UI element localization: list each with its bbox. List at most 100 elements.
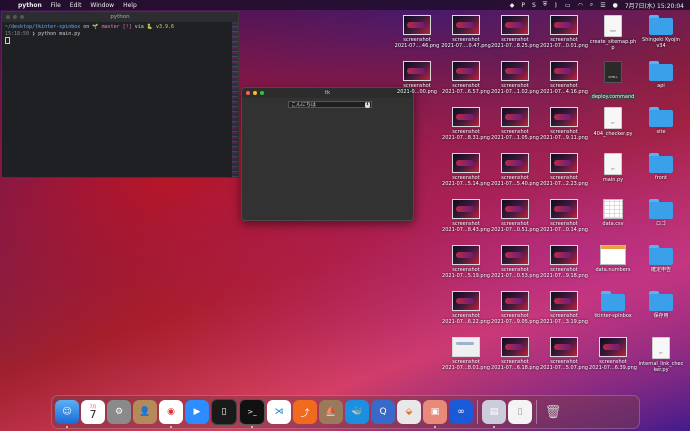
desktop-icon[interactable]: screenshot 2021-07...0.51.png — [487, 199, 543, 233]
desktop-icon[interactable]: screenshot 2021-07...9.18.png — [536, 245, 592, 279]
terminal-titlebar[interactable]: python — [2, 12, 238, 22]
desktop-icon[interactable]: screenshot 2021-07...8.31.png — [438, 107, 494, 141]
desktop-icon[interactable]: front — [633, 153, 689, 181]
terminal-scrollbar[interactable] — [232, 22, 238, 177]
desktop-icon-sublabel: 2021-07...9.11.png — [540, 135, 588, 141]
spinbox-arrows[interactable]: ⬍ — [365, 102, 370, 108]
status-s-icon[interactable]: S — [532, 2, 536, 9]
menu-edit[interactable]: Edit — [70, 2, 82, 9]
menu-window[interactable]: Window — [90, 2, 114, 9]
trash-icon[interactable]: 🗑 — [541, 400, 565, 424]
menu-clock[interactable]: 7月7日(水) 15:20:04 — [625, 1, 684, 10]
desktop-icon[interactable]: screenshot 2021-07...1.02.png — [487, 61, 543, 95]
screenshot-thumbnail-icon — [501, 337, 529, 357]
tk-minimize-button[interactable] — [253, 91, 257, 95]
desktop-icon[interactable]: screenshot 2021-07...6.22.png — [438, 291, 494, 325]
desktop-icon[interactable]: screenshot 2021-07...8.43.png — [438, 199, 494, 233]
cyberduck-icon[interactable]: ⛵ — [319, 400, 343, 424]
folder-icon — [601, 291, 625, 311]
terminal-app-icon[interactable]: ▯ — [211, 399, 237, 425]
chrome-icon[interactable]: ◉ — [159, 400, 183, 428]
menu-help[interactable]: Help — [123, 2, 137, 9]
desktop-icon[interactable]: screenshot 2021-07...4.16.png — [536, 61, 592, 95]
desktop-icon-label: ロゴ — [655, 221, 666, 227]
zoom-icon[interactable]: ▶ — [185, 400, 209, 424]
desktop-icon[interactable]: Shingeki Kyojin v34 — [633, 15, 689, 49]
document-file-icon: PY — [604, 153, 622, 175]
desktop-icon[interactable]: api — [633, 61, 689, 89]
document-icon[interactable]: ▯ — [508, 400, 532, 424]
quicktime-icon[interactable]: Q — [371, 400, 395, 424]
status-bluetooth-icon[interactable]: ᛒ — [554, 2, 558, 9]
desktop-icon[interactable]: screenshot 2021-07...5.14.png — [438, 153, 494, 187]
desktop-icon[interactable]: screenshot 2021-07...5.19.png — [438, 245, 494, 279]
desktop-icon-sublabel: 2021-07...1.02.png — [491, 89, 539, 95]
desktop-icon[interactable]: screenshot 2021-07...3.19.png — [536, 291, 592, 325]
desktop-icon-sublabel: v34 — [656, 43, 666, 49]
desktop-icon[interactable]: screenshot 2021-07...6.18.png — [487, 337, 543, 371]
desktop-icon[interactable]: screenshot 2021-07...0.01.png — [536, 15, 592, 49]
zoom-button[interactable] — [20, 15, 24, 19]
close-button[interactable] — [6, 15, 10, 19]
desktop-icon[interactable]: screenshot 2021-07...9.05.png — [487, 291, 543, 325]
status-p-icon[interactable]: P — [521, 2, 525, 9]
status-control-center-icon[interactable]: ☰ — [600, 2, 605, 9]
activity-chart-icon[interactable]: ⤴ — [293, 400, 317, 424]
screenshot-thumbnail-icon — [452, 337, 480, 357]
tk-titlebar[interactable]: tk — [242, 88, 413, 98]
status-shield-icon[interactable]: ⛨ — [543, 1, 548, 9]
menu-file[interactable]: File — [51, 2, 61, 9]
tk-window[interactable]: tk こんにちは ⬍ — [241, 87, 414, 221]
desktop-icon[interactable]: screenshot 2021-07...5.07.png — [536, 337, 592, 371]
status-battery-icon[interactable]: ▭ — [565, 2, 571, 9]
desktop-icon[interactable]: PY internal_link_chec ker.py — [633, 337, 689, 373]
desktop-icon[interactable]: 保存用 — [633, 291, 689, 319]
screenshot-thumbnail-icon — [452, 153, 480, 173]
status-search-icon[interactable]: ⌕ — [590, 1, 593, 9]
status-siri-icon[interactable]: ● — [613, 2, 618, 9]
vscode-icon[interactable]: ⋊ — [267, 400, 291, 424]
terminal-window[interactable]: python ~/desktop/tkinter-spinbox on 🌱 ma… — [1, 11, 239, 178]
desktop-icon[interactable]: site — [633, 107, 689, 135]
tk-zoom-button[interactable] — [260, 91, 264, 95]
minimize-button[interactable] — [13, 15, 17, 19]
status-wifi-icon[interactable]: ◠ — [578, 2, 583, 9]
desktop-icon[interactable]: screenshot 2021-07...6.57.png — [438, 61, 494, 95]
screenshot-thumbnail-icon — [452, 107, 480, 127]
photo-app-icon[interactable]: ▣ — [423, 400, 447, 428]
desktop-icon-sublabel: 2021-07...8.01.png — [442, 365, 490, 371]
contacts-icon[interactable]: 👤 — [133, 400, 157, 424]
spinbox[interactable]: こんにちは ⬍ — [288, 101, 372, 108]
screenshot-thumbnail-icon — [501, 153, 529, 173]
desktop-icon[interactable]: 確定申告 — [633, 245, 689, 273]
desktop-icon-sublabel: 2021-07...8.25.png — [491, 43, 539, 49]
sourcetree-icon[interactable]: ⬙ — [397, 400, 421, 424]
desktop-icon[interactable]: ロゴ — [633, 199, 689, 227]
status-dropbox-icon[interactable]: ◆ — [510, 2, 515, 9]
preview-icon[interactable]: ▤ — [482, 400, 506, 428]
iterm-icon[interactable]: >_ — [239, 399, 265, 428]
tk-title: tk — [324, 90, 331, 96]
desktop-icon[interactable]: screenshot 2021-07...0.14.png — [536, 199, 592, 233]
desktop-icon[interactable]: screenshot 2021-0...00.png — [389, 61, 445, 95]
desktop-icon[interactable]: screenshot 2021-07...9.11.png — [536, 107, 592, 141]
desktop-icon[interactable]: screenshot 2021-07....46.png — [389, 15, 445, 49]
app-menu[interactable]: python — [18, 2, 42, 9]
docker-icon[interactable]: 🐳 — [345, 400, 369, 424]
system-preferences-icon[interactable]: ⚙ — [107, 400, 131, 424]
tk-close-button[interactable] — [246, 91, 250, 95]
desktop-icon[interactable]: screenshot 2021-07....0.47.png — [438, 15, 494, 49]
infinity-app-icon[interactable]: ∞ — [449, 400, 473, 424]
screenshot-thumbnail-icon — [550, 107, 578, 127]
desktop-icon[interactable]: screenshot 2021-07...5.40.png — [487, 153, 543, 187]
desktop-icon[interactable]: screenshot 2021-07...2.23.png — [536, 153, 592, 187]
desktop-icon[interactable]: screenshot 2021-07...0.53.png — [487, 245, 543, 279]
desktop-icon[interactable]: screenshot 2021-07...1.05.png — [487, 107, 543, 141]
finder-icon[interactable]: ☺ — [55, 400, 79, 428]
desktop-icon-sublabel: 2021-07...0.01.png — [540, 43, 588, 49]
screenshot-thumbnail-icon — [550, 199, 578, 219]
calendar-icon[interactable]: 7月 7 — [81, 400, 105, 424]
desktop-icon[interactable]: screenshot 2021-07...8.25.png — [487, 15, 543, 49]
desktop-icon[interactable]: screenshot 2021-07...8.01.png — [438, 337, 494, 371]
terminal-output[interactable]: ~/desktop/tkinter-spinbox on 🌱 master [!… — [2, 22, 238, 47]
